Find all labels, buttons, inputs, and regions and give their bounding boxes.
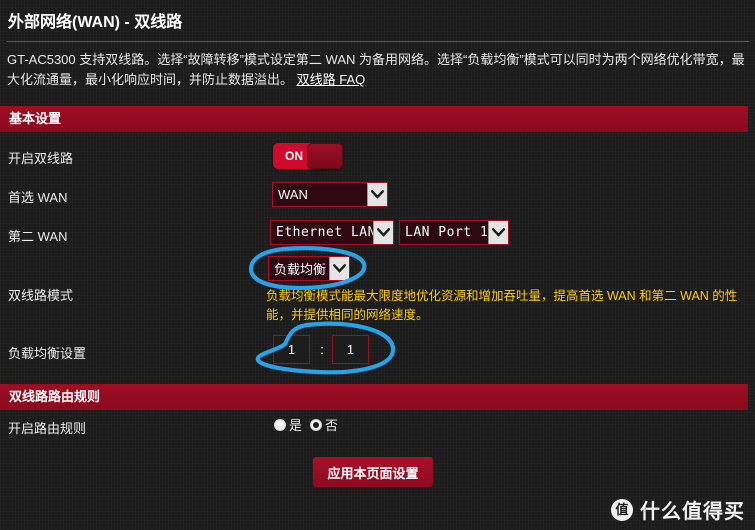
dual-wan-mode-select[interactable]: 负载均衡 <box>268 256 350 281</box>
second-wan-value: Ethernet LAN <box>276 225 373 240</box>
primary-wan-select[interactable]: WAN <box>272 182 388 207</box>
radio-dot-no[interactable] <box>310 418 323 431</box>
chevron-down-icon <box>373 221 393 244</box>
chevron-down-icon <box>367 183 387 206</box>
watermark: 值 什么值得买 <box>611 495 745 524</box>
chevron-down-icon <box>329 257 349 280</box>
router-settings-page: 外部网络(WAN) - 双线路 GT-AC5300 支持双线路。选择“故障转移”… <box>0 0 755 530</box>
ratio-separator: : <box>320 342 324 357</box>
section-header-basic-settings: 基本设置 <box>0 106 748 132</box>
chevron-down-icon <box>488 221 508 244</box>
watermark-text: 什么值得买 <box>640 501 745 523</box>
page-description: GT-AC5300 支持双线路。选择“故障转移”模式设定第二 WAN 为备用网络… <box>7 50 749 90</box>
primary-wan-value: WAN <box>278 187 308 202</box>
dual-wan-toggle[interactable]: ON <box>273 143 343 169</box>
label-enable-dual-wan: 开启双线路 <box>8 151 74 166</box>
page-title: 外部网络(WAN) - 双线路 <box>8 14 183 31</box>
dual-wan-mode-description: 负载均衡模式能最大限度地优化资源和增加吞吐量，提高首选 WAN 和第二 WAN … <box>266 289 738 322</box>
radio-option-yes[interactable]: 是 <box>274 415 302 434</box>
apply-settings-button[interactable]: 应用本页面设置 <box>313 457 433 487</box>
label-load-balance: 负载均衡设置 <box>8 346 87 361</box>
section-header-routing-rules: 双线路路由规则 <box>0 384 748 410</box>
second-wan-select[interactable]: Ethernet LAN <box>270 220 394 245</box>
page-description-text: GT-AC5300 支持双线路。选择“故障转移”模式设定第二 WAN 为备用网络… <box>7 52 745 87</box>
title-divider <box>7 41 749 42</box>
label-dual-wan-mode: 双线路模式 <box>8 288 74 303</box>
routing-rules-radio-group: 是 否 <box>274 415 338 434</box>
lan-port-value: LAN Port 1 <box>405 225 488 240</box>
label-primary-wan: 首选 WAN <box>8 190 68 205</box>
radio-dot-yes[interactable] <box>274 418 286 431</box>
load-balance-ratio-first-input[interactable]: 1 <box>273 335 310 364</box>
load-balance-ratio-second-input[interactable]: 1 <box>332 335 369 364</box>
radio-label-no: 否 <box>325 418 339 433</box>
label-second-wan: 第二 WAN <box>8 229 68 244</box>
lan-port-select[interactable]: LAN Port 1 <box>399 220 509 245</box>
dual-wan-faq-link[interactable]: 双线路 FAQ <box>297 72 366 87</box>
toggle-knob[interactable] <box>307 143 343 169</box>
label-enable-routing-rules: 开启路由规则 <box>8 421 87 436</box>
radio-label-yes: 是 <box>289 418 303 433</box>
radio-option-no[interactable]: 否 <box>310 415 338 434</box>
dual-wan-mode-value: 负载均衡 <box>274 262 327 277</box>
watermark-logo-icon: 值 <box>611 498 633 521</box>
